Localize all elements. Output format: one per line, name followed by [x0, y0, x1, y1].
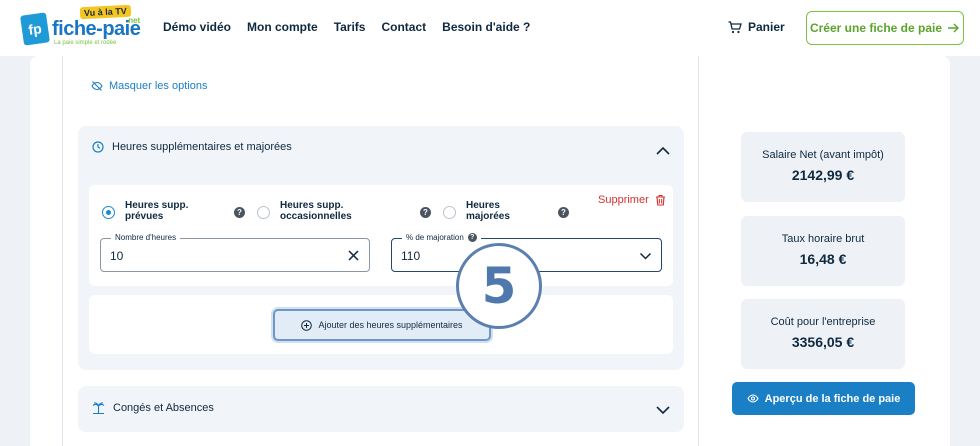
- radio-planned-overtime[interactable]: Heures supp. prévues: [102, 200, 188, 222]
- clock-icon: [92, 141, 104, 153]
- radio-occasional-overtime[interactable]: Heures supp. occasionnelles: [257, 200, 352, 222]
- cart-icon: [728, 20, 742, 33]
- overtime-title: Heures supplémentaires et majorées: [112, 141, 292, 153]
- hours-field-value: 10: [110, 249, 124, 263]
- summary-employer-cost: Coût pour l'entreprise 3356,05 €: [741, 299, 905, 369]
- leave-title: Congés et Absences: [113, 402, 214, 414]
- hours-field[interactable]: Nombre d'heures 10: [100, 233, 370, 272]
- nav-item-demo[interactable]: Démo vidéo: [163, 20, 231, 34]
- help-occasional-icon[interactable]: ?: [420, 207, 431, 218]
- help-majoration-icon[interactable]: ?: [467, 233, 477, 242]
- overtime-header[interactable]: Heures supplémentaires et majorées: [92, 141, 292, 153]
- palm-tree-icon: [92, 402, 105, 414]
- create-payslip-button[interactable]: Créer une fiche de paie: [806, 11, 964, 45]
- radio-increased-circle[interactable]: [443, 206, 456, 219]
- hourly-rate-label: Taux horaire brut: [781, 233, 865, 245]
- radio-occasional-line1: Heures supp.: [280, 200, 344, 211]
- chevron-up-icon[interactable]: [656, 144, 670, 158]
- nav-item-pricing[interactable]: Tarifs: [334, 20, 366, 34]
- chevron-down-icon[interactable]: [656, 403, 670, 417]
- logo-tagline: La paie simple et rodée: [54, 40, 117, 46]
- logo-mark: fp: [20, 12, 50, 46]
- top-navbar: fp fiche-paie Vu à la TV .net La paie si…: [0, 0, 980, 56]
- eye-icon: [746, 394, 759, 403]
- nav-item-contact[interactable]: Contact: [381, 20, 426, 34]
- step-marker: 5: [456, 243, 542, 329]
- eye-off-icon: [91, 81, 103, 91]
- cart-link[interactable]: Panier: [728, 20, 785, 34]
- leave-header[interactable]: Congés et Absences: [92, 402, 214, 414]
- majoration-field-value: 110: [401, 249, 421, 263]
- chevron-down-icon[interactable]: [639, 249, 652, 262]
- logo-suffix: .net: [126, 16, 141, 25]
- trash-icon: [655, 194, 665, 206]
- radio-increased-label: Heures majorées: [466, 200, 510, 222]
- radio-occasional-circle[interactable]: [257, 206, 270, 219]
- radio-planned-line1: Heures supp.: [125, 200, 189, 211]
- radio-planned-line2: prévues: [125, 211, 164, 222]
- hourly-rate-value: 16,48 €: [799, 251, 847, 267]
- radio-increased-line2: majorées: [466, 211, 510, 222]
- majoration-label-text: % de majoration: [406, 233, 464, 242]
- payslip-preview-label: Aperçu de la fiche de paie: [764, 392, 901, 405]
- net-salary-value: 2142,99 €: [791, 167, 855, 183]
- radio-increased-hours[interactable]: Heures majorées: [443, 200, 510, 222]
- brand-logo[interactable]: fp fiche-paie Vu à la TV .net La paie si…: [20, 4, 141, 50]
- delete-label: Supprimer: [598, 194, 649, 206]
- radio-planned-circle[interactable]: [102, 206, 115, 219]
- leave-section: Congés et Absences: [78, 386, 684, 432]
- hours-field-label: Nombre d'heures: [111, 233, 181, 242]
- clear-icon[interactable]: [347, 249, 360, 262]
- summary-hourly-rate: Taux horaire brut 16,48 €: [741, 216, 905, 286]
- radio-planned-label: Heures supp. prévues: [125, 200, 188, 222]
- help-increased-icon[interactable]: ?: [558, 207, 569, 218]
- add-overtime-label: Ajouter des heures supplémentaires: [318, 320, 463, 330]
- net-salary-label: Salaire Net (avant impôt): [762, 149, 884, 161]
- radio-increased-line1: Heures: [466, 200, 500, 211]
- radio-occasional-line2: occasionnelles: [280, 211, 352, 222]
- arrow-right-icon: [948, 23, 960, 33]
- hide-options-label: Masquer les options: [109, 80, 208, 92]
- payslip-preview-button[interactable]: Aperçu de la fiche de paie: [732, 382, 915, 415]
- employer-cost-label: Coût pour l'entreprise: [770, 316, 876, 328]
- nav-item-help[interactable]: Besoin d'aide ?: [442, 20, 530, 34]
- delete-entry-button[interactable]: Supprimer: [598, 194, 666, 206]
- hide-options-link[interactable]: Masquer les options: [91, 80, 207, 92]
- employer-cost-value: 3356,05 €: [791, 334, 855, 350]
- create-payslip-label: Créer une fiche de paie: [809, 21, 943, 35]
- help-planned-icon[interactable]: ?: [234, 207, 245, 218]
- add-overtime-button[interactable]: Ajouter des heures supplémentaires: [273, 309, 491, 341]
- nav-item-account[interactable]: Mon compte: [247, 20, 318, 34]
- majoration-field-label: % de majoration?: [402, 233, 481, 242]
- cart-label: Panier: [748, 20, 785, 34]
- column-divider: [698, 56, 699, 446]
- left-divider: [62, 56, 63, 446]
- summary-net-salary: Salaire Net (avant impôt) 2142,99 €: [741, 132, 905, 202]
- plus-circle-icon: [301, 319, 313, 331]
- main-nav: Démo vidéo Mon compte Tarifs Contact Bes…: [163, 20, 530, 34]
- radio-occasional-label: Heures supp. occasionnelles: [280, 200, 352, 222]
